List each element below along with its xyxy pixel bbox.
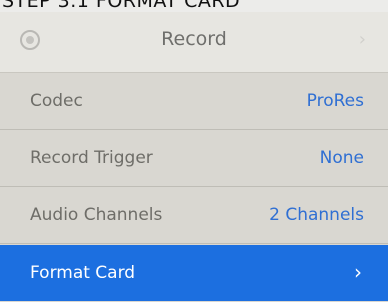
record-menu-screen: Record › Codec ProRes Record Trigger Non…	[0, 12, 388, 302]
camera-menu-frame: STEP 3.1 FORMAT CARD Record › Codec ProR…	[0, 0, 388, 302]
row-label: Audio Channels	[30, 205, 163, 225]
row-label: Codec	[30, 91, 83, 111]
menu-row-format-card[interactable]: Format Card ›	[0, 245, 388, 301]
menu-header: Record ›	[0, 12, 388, 73]
menu-row-audio-channels[interactable]: Audio Channels 2 Channels	[0, 187, 388, 244]
chevron-right-icon[interactable]: ›	[359, 29, 366, 50]
row-value: None	[319, 148, 364, 168]
row-value: ProRes	[306, 91, 364, 111]
chevron-right-icon: ›	[354, 260, 362, 284]
step-caption: STEP 3.1 FORMAT CARD	[2, 0, 241, 12]
menu-row-codec[interactable]: Codec ProRes	[0, 73, 388, 130]
menu-row-record-trigger[interactable]: Record Trigger None	[0, 130, 388, 187]
menu-title: Record	[161, 28, 227, 50]
row-label: Format Card	[30, 263, 136, 283]
row-value: 2 Channels	[269, 205, 364, 225]
row-label: Record Trigger	[30, 148, 153, 168]
